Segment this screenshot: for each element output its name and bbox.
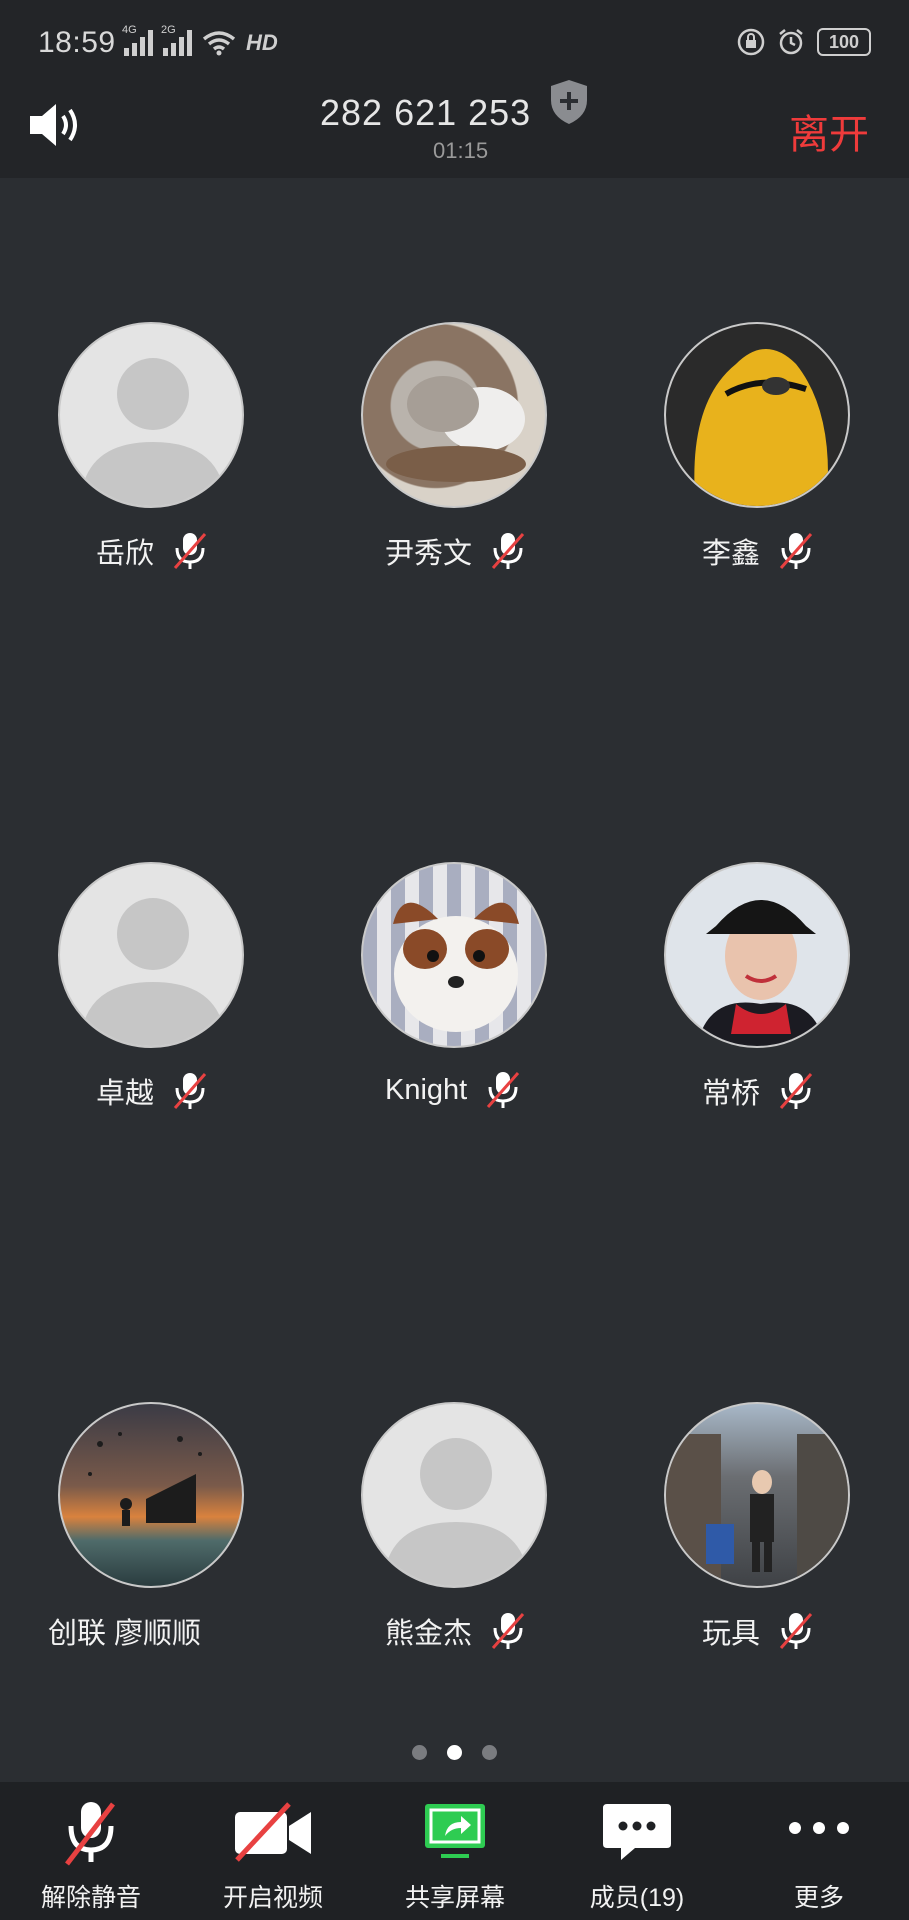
shield-icon[interactable] <box>548 78 590 126</box>
participant-tile[interactable]: 常桥 <box>606 718 909 1258</box>
participant-name-row: 玩具 <box>702 1610 814 1652</box>
signal-4g-icon: 4G <box>122 24 153 56</box>
participant-name: 岳欣 <box>96 538 155 570</box>
mic-muted-icon <box>491 533 525 569</box>
start-video-button[interactable]: 开启视频 <box>182 1782 364 1920</box>
participant-tile[interactable]: 创联 廖顺顺 <box>0 1258 303 1798</box>
mic-muted-icon <box>491 1613 525 1649</box>
more-label: 更多 <box>793 1884 844 1912</box>
participant-tile[interactable]: 熊金杰 <box>303 1258 606 1798</box>
participant-name-row: 熊金杰 <box>385 1610 526 1652</box>
mic-muted-icon <box>779 533 813 569</box>
participant-name-row: Knight <box>385 1070 521 1110</box>
participant-tile[interactable]: 李鑫 <box>606 178 909 718</box>
signal-2g-icon: 2G <box>161 24 192 56</box>
default-avatar <box>58 322 244 508</box>
participant-name-row: 常桥 <box>702 1070 814 1112</box>
participant-name: 熊金杰 <box>385 1618 473 1650</box>
share-screen-button[interactable]: 共享屏幕 <box>364 1782 546 1920</box>
woman-cap-photo <box>664 862 850 1048</box>
video-off-icon <box>235 1802 311 1862</box>
street-photo <box>664 1402 850 1588</box>
bottom-toolbar: 解除静音 开启视频 共享屏幕 成员(19) 更多 <box>0 1782 909 1920</box>
start-video-label: 开启视频 <box>222 1884 323 1912</box>
leave-button[interactable]: 离开 <box>789 102 869 160</box>
speaker-icon[interactable] <box>28 100 84 150</box>
wifi-icon <box>202 31 236 56</box>
signal-4g-label: 4G <box>122 24 137 36</box>
participant-tile[interactable]: 玩具 <box>606 1258 909 1798</box>
participant-name: 玩具 <box>702 1618 761 1650</box>
more-button[interactable]: 更多 <box>728 1782 909 1920</box>
share-screen-label: 共享屏幕 <box>404 1884 505 1912</box>
piano-sunset-photo <box>58 1402 244 1588</box>
alarm-icon <box>779 29 803 55</box>
mic-muted-icon <box>173 533 207 569</box>
mic-muted-icon <box>487 1072 520 1108</box>
mic-muted-icon <box>779 1073 813 1109</box>
page-indicator <box>0 1745 909 1760</box>
members-button[interactable]: 成员(19) <box>546 1782 728 1920</box>
participant-name: 卓越 <box>96 1078 155 1110</box>
mic-muted-icon <box>779 1613 813 1649</box>
participant-tile[interactable]: 尹秀文 <box>303 178 606 718</box>
lock-rotation-icon <box>737 28 765 56</box>
participant-name-row: 岳欣 <box>96 530 208 572</box>
unmute-label: 解除静音 <box>40 1884 141 1912</box>
mic-muted-icon <box>65 1802 115 1866</box>
mic-muted-icon <box>173 1073 207 1109</box>
participant-grid: 岳欣 尹秀文 李鑫 卓越 Knight 常桥 创联 廖顺顺 熊金杰 玩具 <box>0 178 909 1778</box>
page-dot[interactable] <box>412 1745 427 1760</box>
participant-tile[interactable]: Knight <box>303 718 606 1258</box>
more-dots-icon <box>789 1822 849 1834</box>
battery-icon: 100 <box>817 28 871 56</box>
participant-tile[interactable]: 卓越 <box>0 718 303 1258</box>
meeting-header: 282 621 253 01:15 离开 <box>0 80 909 178</box>
participant-name-row: 创联 廖顺顺 <box>48 1610 201 1652</box>
participant-name: 常桥 <box>702 1078 761 1110</box>
yellow-hood-photo <box>664 322 850 508</box>
participant-name: 尹秀文 <box>385 538 473 570</box>
share-screen-icon <box>425 1804 485 1858</box>
participant-name-row: 尹秀文 <box>385 530 526 572</box>
status-left-icons: 4G 2G HD <box>122 24 278 56</box>
page-dot-active[interactable] <box>447 1745 462 1760</box>
hd-voice-icon: HD <box>246 30 278 55</box>
default-avatar <box>58 862 244 1048</box>
status-time: 18:59 <box>38 26 116 59</box>
page-dot[interactable] <box>482 1745 497 1760</box>
participant-name: 李鑫 <box>702 538 761 570</box>
participant-tile[interactable]: 岳欣 <box>0 178 303 718</box>
participant-name-row: 卓越 <box>96 1070 208 1112</box>
participant-name-row: 李鑫 <box>702 530 814 572</box>
status-right-icons: 100 <box>737 28 871 56</box>
participant-name: Knight <box>385 1073 468 1106</box>
participant-name: 创联 廖顺顺 <box>48 1618 202 1650</box>
cats-photo <box>361 322 547 508</box>
dog-photo <box>361 862 547 1048</box>
meeting-timer: 01:15 <box>433 138 489 163</box>
signal-2g-label: 2G <box>161 24 176 36</box>
chat-bubble-icon <box>603 1804 671 1860</box>
members-label: 成员(19) <box>589 1884 685 1912</box>
status-bar: 18:59 4G 2G HD 100 <box>0 0 909 92</box>
unmute-button[interactable]: 解除静音 <box>0 1782 182 1920</box>
default-avatar <box>361 1402 547 1588</box>
meeting-id[interactable]: 282 621 253 <box>320 92 531 134</box>
